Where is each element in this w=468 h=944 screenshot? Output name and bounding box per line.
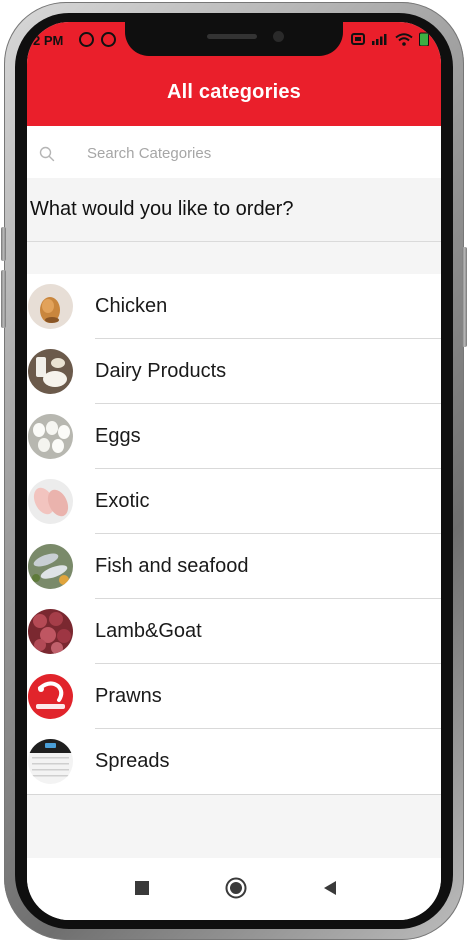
navigation-bar xyxy=(27,858,441,920)
exotic-thumbnail xyxy=(28,479,73,524)
lamb-thumbnail xyxy=(28,609,73,654)
search-bar xyxy=(27,126,441,178)
recents-button[interactable] xyxy=(131,877,153,899)
prawns-thumbnail xyxy=(28,674,73,719)
category-item-fish-and-seafood[interactable]: Fish and seafood xyxy=(27,534,441,599)
prompt-section: What would you like to order? xyxy=(27,178,441,242)
category-label: Prawns xyxy=(95,685,162,707)
home-button[interactable] xyxy=(225,877,247,899)
fish-thumbnail xyxy=(28,544,73,589)
volume-button xyxy=(1,270,6,328)
category-label: Eggs xyxy=(95,425,141,447)
cellular-signal-icon xyxy=(372,34,387,45)
chicken-thumbnail xyxy=(28,284,73,329)
category-item-prawns[interactable]: Prawns xyxy=(27,664,441,729)
page-title: All categories xyxy=(167,80,301,103)
app-header: All categories xyxy=(27,58,441,126)
status-time: 2 PM xyxy=(33,33,64,48)
category-label: Dairy Products xyxy=(95,360,227,382)
status-icons xyxy=(351,32,429,46)
category-label: Chicken xyxy=(95,295,168,317)
category-item-exotic[interactable]: Exotic xyxy=(27,469,441,534)
battery-icon xyxy=(419,32,429,46)
category-item-spreads[interactable]: Spreads xyxy=(27,729,441,794)
eggs-thumbnail xyxy=(28,414,73,459)
home-icon xyxy=(225,877,247,899)
category-list: Chicken Dairy Products Eggs Exotic Fish … xyxy=(27,274,441,795)
section-heading: What would you like to order? xyxy=(30,198,294,220)
side-button xyxy=(462,247,467,347)
category-item-dairy-products[interactable]: Dairy Products xyxy=(27,339,441,404)
back-icon xyxy=(324,881,336,895)
recents-icon xyxy=(135,881,149,895)
back-button[interactable] xyxy=(319,877,341,899)
hd-signal-icon xyxy=(351,33,365,45)
dairy-thumbnail xyxy=(28,349,73,394)
status-bar: 2 PM xyxy=(27,22,441,58)
screen: 2 PM All categories Search Categories Wh… xyxy=(27,22,441,920)
category-item-lamb-goat[interactable]: Lamb&Goat xyxy=(27,599,441,664)
search-input[interactable] xyxy=(85,140,405,166)
category-label: Spreads xyxy=(95,750,170,772)
category-item-eggs[interactable]: Eggs xyxy=(27,404,441,469)
search-icon xyxy=(39,146,55,162)
notification-icon xyxy=(101,32,116,47)
category-label: Lamb&Goat xyxy=(95,620,202,642)
category-item-chicken[interactable]: Chicken xyxy=(27,274,441,339)
spreads-thumbnail xyxy=(28,739,73,784)
front-camera xyxy=(273,31,284,42)
wifi-icon xyxy=(395,32,413,46)
category-label: Fish and seafood xyxy=(95,555,249,577)
camera-notch xyxy=(125,22,343,56)
notification-icon xyxy=(79,32,94,47)
power-button xyxy=(1,227,6,261)
category-label: Exotic xyxy=(95,490,150,512)
earpiece-speaker xyxy=(207,34,257,39)
